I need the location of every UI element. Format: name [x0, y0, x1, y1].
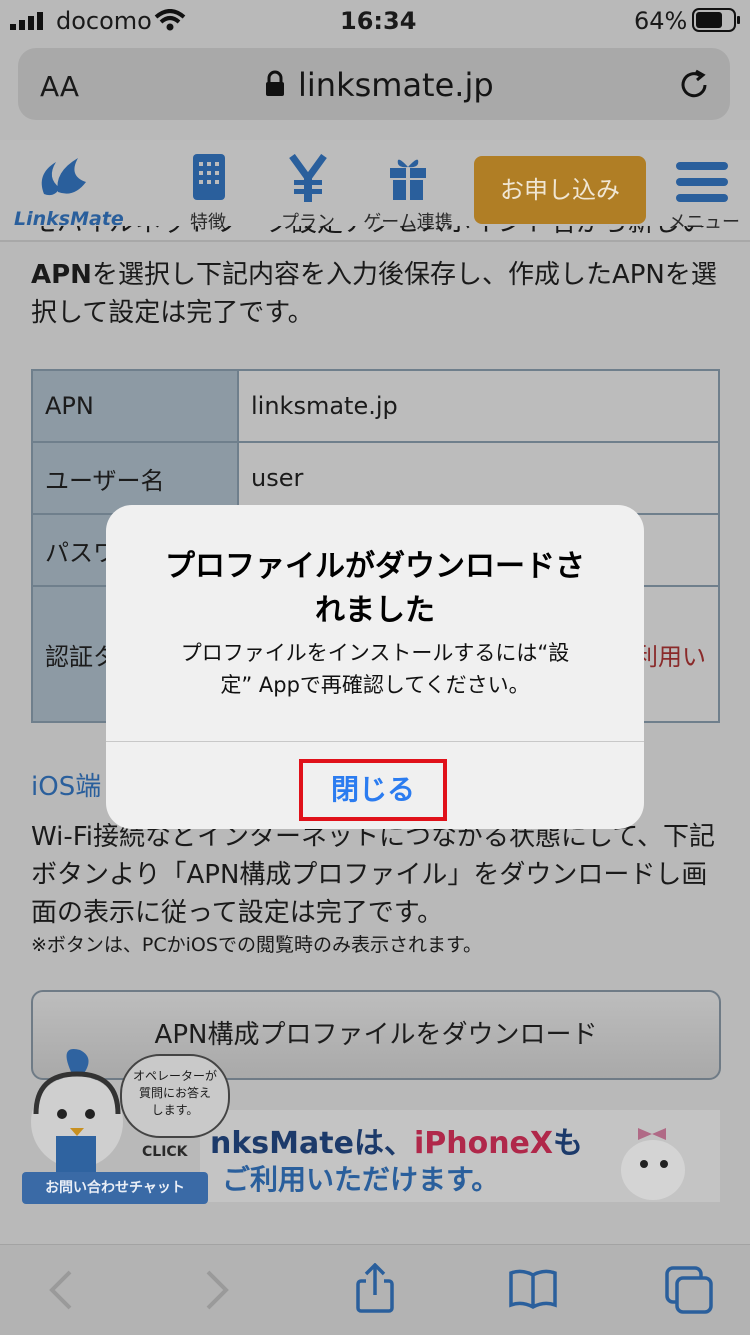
chat-label: お問い合わせチャット [22, 1172, 208, 1204]
dialog-title-line: プロファイルがダウンロードさ [165, 549, 585, 584]
apply-button[interactable]: お申し込み [474, 156, 646, 224]
bubble-line: オペレーターが [132, 1069, 217, 1083]
banner-line1: nksMateは、iPhoneXも [210, 1118, 583, 1162]
dialog-title: プロファイルがダウンロードさ れました [134, 545, 616, 633]
table-row: APN linksmate.jp [31, 369, 720, 443]
yen-icon [289, 154, 327, 202]
nav-game[interactable]: ゲーム連携 [358, 154, 458, 234]
nav-plan[interactable]: プラン [258, 154, 358, 234]
status-bar: docomo 16:34 64% [0, 0, 750, 40]
site-logo[interactable]: LinksMate [12, 154, 124, 234]
lock-icon [266, 70, 284, 96]
iphonex-banner[interactable]: nksMateは、iPhoneXも ご利用いただけます。 [200, 1110, 720, 1202]
intro-bold: APN [31, 260, 92, 290]
dialog-title-line: れました [315, 593, 435, 628]
tabs-icon[interactable] [664, 1265, 716, 1315]
carrier-name: docomo [56, 7, 152, 35]
dialog-message-line: プロファイルをインストールするには“設 [180, 641, 570, 665]
bubble-line: 質問にお答え [138, 1086, 211, 1100]
battery-percent: 64% [634, 7, 688, 35]
mascot-bird-icon [621, 1128, 685, 1200]
ios-text-line: ボタンより「APN構成プロファイル」をダウンロードし画 [31, 860, 708, 890]
address-bar[interactable]: AA linksmate.jp [18, 48, 730, 120]
ios-instructions: Wi-Fi接続などインターネットにつながる状態にして、下記 ボタンより「APN構… [31, 818, 731, 932]
table-value: linksmate.jp [237, 369, 720, 443]
intro-text: を選択し下記内容を入力後保存し、作成したAPNを選 [91, 260, 717, 290]
chat-click-label: CLICK [142, 1144, 188, 1160]
ios-heading: iOS端 [31, 772, 102, 802]
forward-icon[interactable] [202, 1269, 232, 1311]
building-icon [193, 154, 225, 200]
table-key: ユーザー名 [31, 441, 239, 515]
close-button[interactable]: 閉じる [299, 759, 447, 821]
browser-toolbar [0, 1244, 750, 1335]
chat-bubble: オペレーターが 質問にお答え します。 [120, 1054, 230, 1138]
dialog-message: プロファイルをインストールするには“設 定” Appで再確認してください。 [134, 637, 616, 701]
status-time: 16:34 [340, 7, 417, 35]
banner-text: も [553, 1126, 584, 1161]
url-text[interactable]: linksmate.jp [298, 66, 494, 104]
chat-widget[interactable]: オペレーターが 質問にお答え します。 CLICK お問い合わせチャット [22, 1044, 242, 1204]
banner-highlight: iPhoneX [413, 1126, 554, 1161]
profile-downloaded-dialog: プロファイルがダウンロードさ れました プロファイルをインストールするには“設 … [106, 505, 644, 829]
menu-button[interactable]: メニュー [662, 154, 746, 234]
partial-text: モバイルネットワーク設定アクセスポイント名から新しい [31, 226, 706, 238]
table-key: APN [31, 369, 239, 443]
intro-paragraph: APNを選択し下記内容を入力後保存し、作成したAPNを選 択して設定は完了です。 [31, 256, 731, 332]
gift-icon [390, 159, 426, 200]
table-value: user [237, 441, 720, 515]
nav-features[interactable]: 特徴 [158, 154, 258, 234]
wifi-icon [154, 9, 186, 31]
signal-icon [10, 12, 43, 30]
dialog-divider [106, 741, 644, 742]
bookmarks-icon[interactable] [508, 1267, 558, 1311]
dialog-message-line: 定” Appで再確認してください。 [220, 673, 530, 697]
share-icon[interactable] [354, 1263, 396, 1315]
ios-text-line: 面の表示に従って設定は完了です。 [31, 898, 444, 928]
battery-icon [692, 8, 740, 32]
table-row: ユーザー名 user [31, 441, 720, 515]
reload-icon[interactable] [678, 68, 712, 102]
linksmate-logo-icon [41, 158, 86, 196]
bubble-line: します。 [151, 1103, 199, 1117]
partial-text-line: モバイルネットワーク設定アクセスポイント名から新しい [31, 226, 731, 242]
back-icon[interactable] [46, 1269, 76, 1311]
intro-text-line2: 択して設定は完了です。 [31, 298, 314, 328]
text-size-button[interactable]: AA [40, 70, 79, 103]
hamburger-icon [676, 162, 728, 202]
chat-mascot-icon [31, 1049, 123, 1172]
note-text: ※ボタンは、PCかiOSでの閲覧時のみ表示されます。 [31, 934, 483, 956]
banner-line2: ご利用いただけます。 [222, 1163, 500, 1196]
